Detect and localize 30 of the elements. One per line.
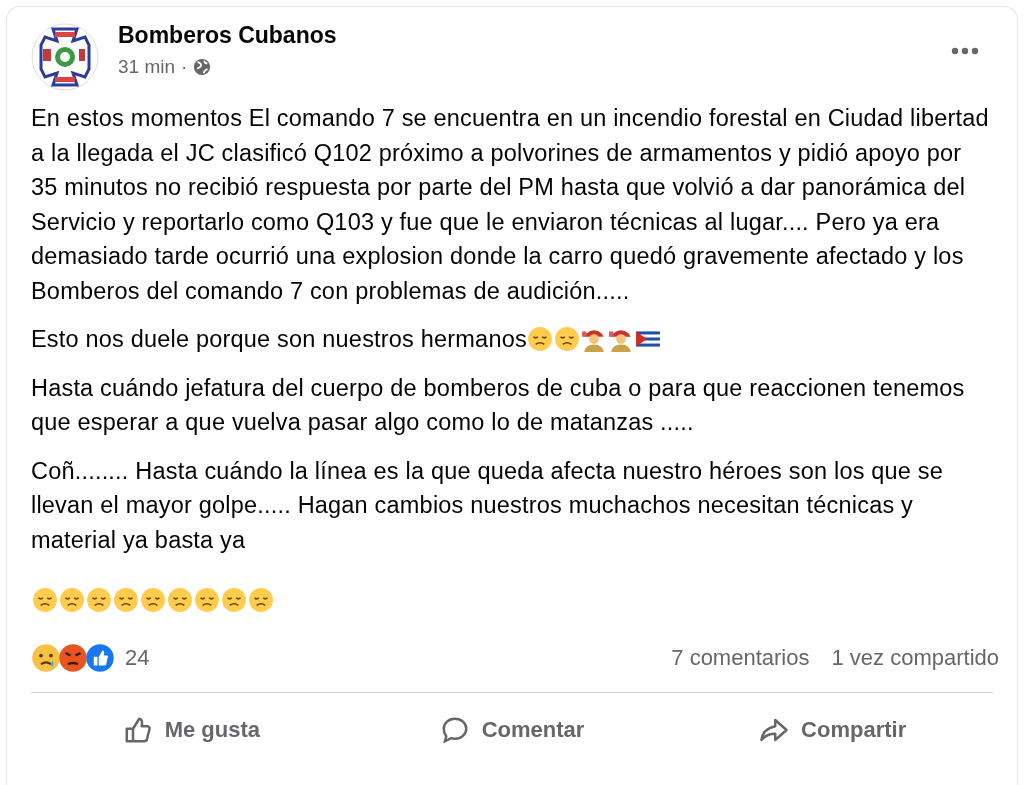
thumbs-up-icon <box>85 642 115 673</box>
more-icon[interactable] <box>951 47 979 55</box>
pensive-face-icon <box>112 587 139 613</box>
post-text: En estos momentos El comando 7 se encuentra en un incendio forestal en Ciudad libertad a la llegada el JC clasificó Q102 próximo a polvorines de armamentos y pidió apoyo por 35 minutos no recibió respuesta por parte del PM hasta que volvió a dar panorámica del Servicio y reportarlo como Q103 y fue que le enviaron técnicas al lugar.... Pero ya era demasiado tarde ocurrió una explosion donde la carro quedó gravemente afectado y los Bomberos del comando 7 con problemas de audición..... <box>31 105 989 304</box>
comments-count[interactable]: 7 comentarios <box>671 641 810 674</box>
pensive-face-icon <box>58 587 85 613</box>
share-button[interactable]: Compartir <box>672 700 993 759</box>
pensive-face-icon <box>139 587 166 613</box>
author-name[interactable]: Bomberos Cubanos <box>118 21 951 49</box>
logo-icon[interactable] <box>31 23 99 91</box>
post-text: Hasta cuándo jefatura del cuerpo de bomberos de cuba o para que reaccionen tenemos que esperar a que vuelva pasar algo como lo de matanzas ..... <box>31 374 965 435</box>
shares-count[interactable]: 1 vez compartido <box>831 641 999 674</box>
pensive-face-icon <box>193 587 220 613</box>
pensive-face-icon <box>527 326 554 352</box>
pensive-face-icon <box>85 587 112 613</box>
pensive-face-icon <box>247 587 274 613</box>
separator: · <box>181 55 188 79</box>
angry-face-icon <box>58 642 88 673</box>
comment-button[interactable]: Comentar <box>351 700 673 759</box>
post-time[interactable]: 31 min <box>118 53 176 82</box>
like-button[interactable]: Me gusta <box>31 700 352 759</box>
globe-icon <box>193 58 212 77</box>
crying-face-icon <box>31 642 61 673</box>
pensive-face-icon <box>220 587 247 613</box>
reaction-count[interactable]: 24 <box>125 641 150 674</box>
pensive-face-icon <box>166 587 193 613</box>
post-text: Coñ........ Hasta cuándo la línea es la que queda afecta nuestro héroes son los que se llevan el mayor golpe..... Hagan cambios nuestros muchachos necesitan técnicas y material ya basta ya <box>31 457 944 553</box>
pensive-face-icon <box>31 587 58 613</box>
post-text: Esto nos duele porque son nuestros hermanos <box>31 326 527 352</box>
pensive-face-icon <box>554 326 581 352</box>
